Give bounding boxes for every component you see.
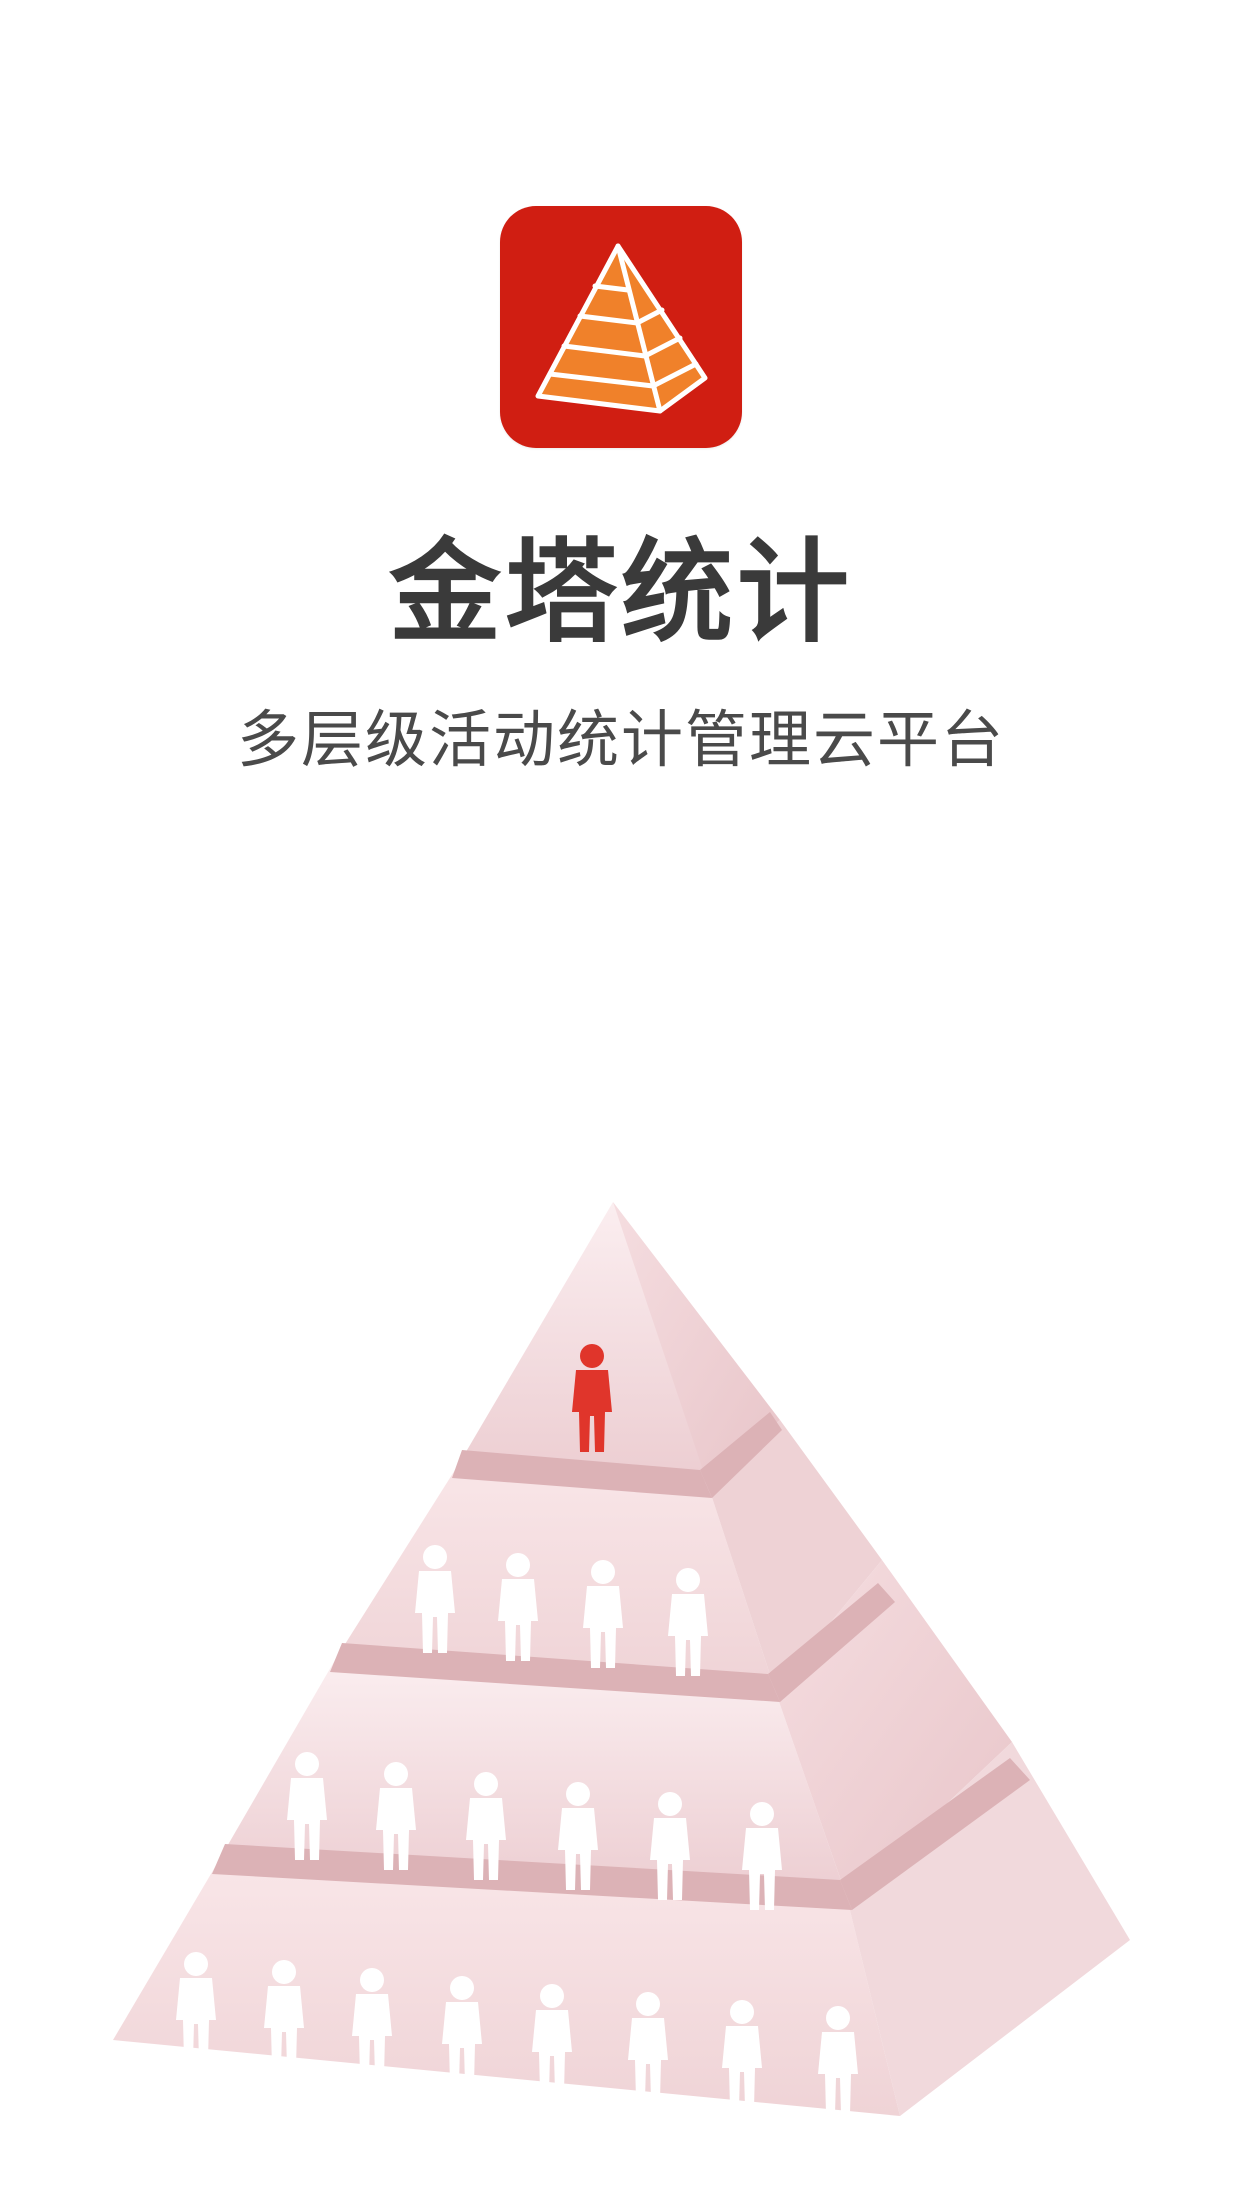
pyramid-illustration	[0, 1180, 1242, 2140]
app-tagline: 多层级活动统计管理云平台	[236, 703, 1005, 776]
pyramid-logo-icon	[535, 243, 708, 414]
splash-screen: 金塔统计 多层级活动统计管理云平台	[0, 0, 1242, 2208]
app-title: 金塔统计	[389, 528, 853, 658]
app-logo	[500, 206, 742, 448]
